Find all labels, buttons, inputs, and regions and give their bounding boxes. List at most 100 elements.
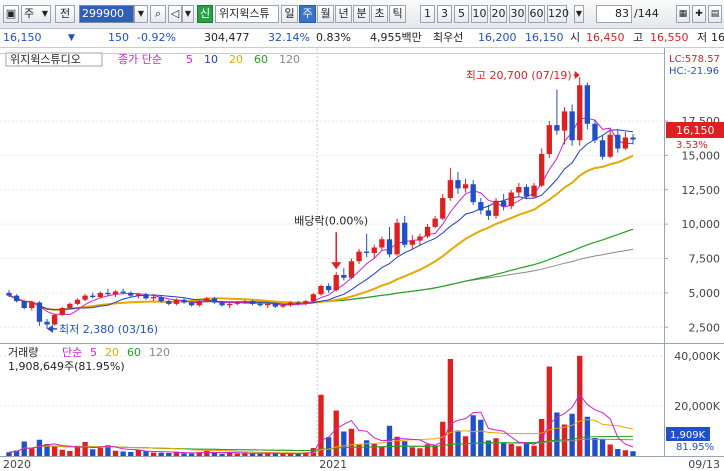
candle-body <box>51 314 58 325</box>
volume-bar <box>29 448 35 456</box>
stock-chart[interactable]: 위지윅스튜디오 종가 단순 5 10 20 60 120 LC:578.57 HC:-2… <box>0 48 724 471</box>
view-select-label: 주 <box>24 7 35 20</box>
candle-body <box>166 301 172 304</box>
credit-badge[interactable]: 신 <box>197 5 213 23</box>
volume-bar <box>599 439 606 456</box>
interval-button-3[interactable]: 3 <box>437 5 452 23</box>
trade-amount: 4,955백만 <box>370 31 422 44</box>
candle-body <box>21 301 27 308</box>
candle-body <box>325 286 332 291</box>
volume-ma-60: 60 <box>127 346 141 359</box>
candle-body <box>234 302 240 304</box>
turnover-rate: 0.83% <box>316 31 351 44</box>
chart-menu-icon[interactable]: ▣ <box>3 5 19 23</box>
stock-code-input[interactable]: 299900 <box>79 5 134 23</box>
candle-body <box>493 200 499 216</box>
interval-button-20[interactable]: 20 <box>490 5 507 23</box>
layout-icon[interactable]: ▤ <box>708 5 722 23</box>
current-price-label: 16,150 <box>676 124 715 137</box>
candle-body <box>371 247 377 253</box>
volume-bar <box>493 438 499 456</box>
trade-volume: 304,477 <box>204 31 250 44</box>
candle-body <box>112 291 119 295</box>
candle-body <box>249 301 256 304</box>
candle-body <box>607 134 613 157</box>
volume-bar <box>219 453 225 456</box>
search-icon[interactable]: ⌕ <box>150 5 166 23</box>
view-select[interactable]: 주 ▼ <box>21 5 51 23</box>
candle-body <box>128 292 134 296</box>
candle-body <box>622 137 629 149</box>
code-dropdown-icon[interactable]: ▼ <box>134 5 148 23</box>
interval-button-30[interactable]: 30 <box>509 5 526 23</box>
volume-bar <box>363 440 370 456</box>
volume-bar <box>607 444 613 456</box>
candle-body <box>539 154 545 186</box>
current-volume-label: 1,909K <box>670 430 706 441</box>
chevron-down-icon: ▼ <box>41 9 48 18</box>
prefix-button[interactable]: 전 <box>55 5 75 23</box>
period-tab-1[interactable]: 주 <box>299 5 316 23</box>
candle-body <box>318 286 324 295</box>
legend-ma-5: 5 <box>186 53 193 66</box>
numbers-dropdown-icon[interactable]: ▼ <box>574 5 584 23</box>
candle-body <box>287 302 294 306</box>
period-tab-4[interactable]: 분 <box>353 5 370 23</box>
x-label-2021: 2021 <box>319 458 347 471</box>
candle-body <box>257 303 263 306</box>
x-label-end-date: 09/13 <box>688 458 720 471</box>
candle-body <box>577 85 583 141</box>
speaker-icon[interactable]: ◁ <box>168 5 182 23</box>
settings-icon[interactable]: ✚ <box>692 5 706 23</box>
volume-bar <box>417 448 423 456</box>
interval-button-1[interactable]: 1 <box>420 5 435 23</box>
volume-bar <box>348 428 355 456</box>
high-annotation: 최고 20,700 (07/19) <box>466 69 572 82</box>
interval-button-5[interactable]: 5 <box>454 5 469 23</box>
volume-bar <box>227 453 233 456</box>
interval-button-10[interactable]: 10 <box>471 5 488 23</box>
candle-body <box>584 85 591 124</box>
candle-body <box>29 302 35 308</box>
candle-body <box>204 298 210 302</box>
counter-input[interactable]: 83 <box>596 5 632 23</box>
volume-bar <box>272 453 279 456</box>
volume-bar <box>82 442 88 456</box>
down-arrow-icon: ▼ <box>68 33 75 43</box>
volume-bar <box>188 453 195 456</box>
volume-ma-20: 20 <box>105 346 119 359</box>
candle-body <box>272 303 279 307</box>
period-tab-2[interactable]: 월 <box>317 5 334 23</box>
candle-body <box>82 295 88 300</box>
volume-bar <box>6 452 12 456</box>
interval-button-60[interactable]: 60 <box>528 5 545 23</box>
candle-body <box>196 301 202 306</box>
candle-body <box>310 294 317 302</box>
volume-bar <box>371 444 377 456</box>
legend-ma-120: 120 <box>279 53 300 66</box>
candle-body <box>523 187 530 197</box>
volume-bar <box>325 437 332 456</box>
period-tab-6[interactable]: 틱 <box>389 5 406 23</box>
legend-ma-60: 60 <box>254 53 268 66</box>
price-tick-label: 2,500 <box>689 321 721 334</box>
volume-bar <box>447 359 454 456</box>
volume-bar <box>615 449 621 456</box>
volume-bar <box>569 413 575 456</box>
interval-button-120[interactable]: 120 <box>547 5 569 23</box>
volume-bar <box>333 410 339 456</box>
open-label: 시 <box>570 31 581 44</box>
period-tab-5[interactable]: 초 <box>371 5 388 23</box>
candle-body <box>135 294 142 296</box>
speaker-dropdown-icon[interactable]: ▼ <box>182 5 194 23</box>
volume-bar <box>67 451 73 456</box>
period-tab-0[interactable]: 일 <box>281 5 298 23</box>
candle-body <box>615 134 621 149</box>
dividend-annotation: 배당락(0.00%) <box>294 214 368 227</box>
grid-icon[interactable]: ▦ <box>676 5 690 23</box>
quote-bar: 16,150 ▼ 150 -0.92% 304,477 32.14% 0.83%… <box>0 29 724 48</box>
volume-bar <box>36 439 43 456</box>
candle-body <box>569 111 575 141</box>
period-tab-3[interactable]: 년 <box>335 5 352 23</box>
candle-body <box>280 305 286 307</box>
